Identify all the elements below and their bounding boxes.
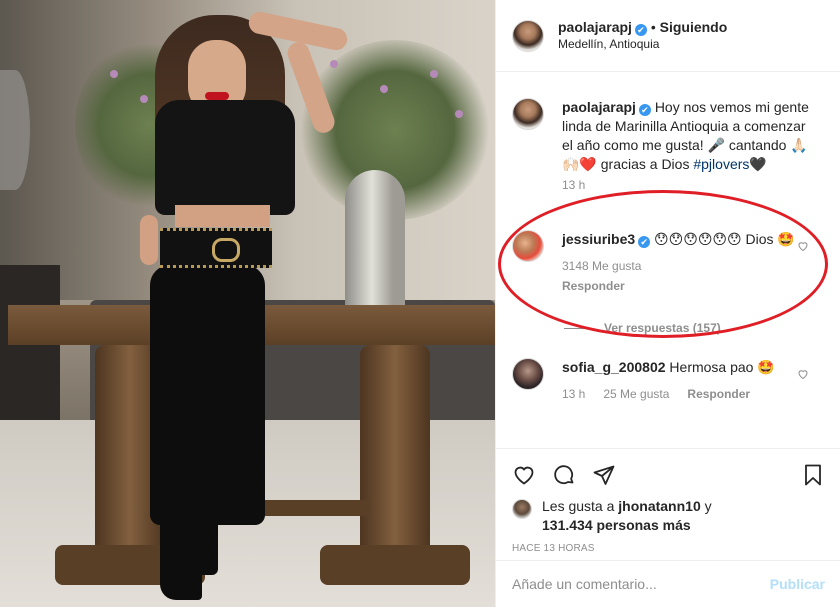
photo-flower — [455, 110, 463, 118]
caption-body: paolajarapj ✔ Hoy nos vemos mi gente lind… — [562, 98, 812, 195]
photo-table-leg — [360, 345, 430, 565]
comment-likes[interactable]: 3148 Me gusta — [562, 257, 641, 276]
view-replies-line — [564, 327, 588, 329]
caption-emoji: 🖤 — [749, 156, 767, 172]
likes-text: Les gusta a jhonatann10 y 131.434 person… — [542, 497, 712, 535]
following-button[interactable]: Siguiendo — [660, 19, 728, 35]
likes-others[interactable]: 131.434 personas más — [542, 517, 691, 533]
likes-middle: y — [700, 498, 712, 514]
post-timestamp[interactable]: HACE 13 HORAS — [512, 543, 825, 554]
caption-username[interactable]: paolajarapj — [562, 99, 636, 115]
comment-input[interactable] — [512, 576, 770, 592]
comments-list[interactable]: paolajarapj ✔ Hoy nos vemos mi gente lind… — [496, 72, 840, 442]
verified-badge-icon: ✔ — [634, 23, 647, 36]
caption-avatar[interactable] — [512, 98, 544, 130]
post-actions: Les gusta a jhonatann10 y 131.434 person… — [496, 448, 840, 554]
photo-table-foot — [320, 545, 470, 585]
comment-username[interactable]: jessiuribe3 — [562, 231, 635, 247]
post-location[interactable]: Medellín, Antioquia — [558, 36, 727, 53]
commenter-avatar[interactable] — [512, 358, 544, 390]
photo-flower — [140, 95, 148, 103]
photo-person-hand — [140, 215, 158, 265]
heart-icon[interactable] — [512, 463, 536, 487]
photo-cabinet — [0, 265, 60, 445]
separator-dot: • — [650, 18, 656, 35]
photo-vase — [345, 170, 405, 320]
reply-button[interactable]: Responder — [562, 277, 625, 296]
action-icons — [512, 457, 825, 493]
author-meta: paolajarapj ✔ • Siguiendo Medellín, Antio… — [558, 19, 727, 53]
bookmark-icon[interactable] — [801, 463, 825, 487]
comment-text: Hermosa pao 🤩 — [669, 359, 775, 375]
liker-username[interactable]: jhonatann10 — [618, 498, 700, 514]
photo-flower — [430, 70, 438, 78]
likes-prefix: Les gusta a — [542, 498, 619, 514]
comment-meta-reply: Responder — [562, 277, 812, 296]
comment-meta: 13 h 25 Me gusta Responder — [562, 385, 812, 404]
comment-username[interactable]: sofia_g_200802 — [562, 359, 666, 375]
commenter-avatar[interactable] — [512, 230, 544, 262]
verified-badge-icon: ✔ — [638, 236, 651, 248]
comment-body: jessiuribe3 ✔ 😯😯😯😯😯😯 Dios 🤩 3148 Me gusta… — [562, 230, 812, 296]
comment-text: 😯😯😯😯😯😯 Dios 🤩 — [654, 231, 795, 247]
photo-person-lips — [205, 92, 229, 100]
photo-person-top — [155, 100, 295, 215]
photo-person-boot — [190, 505, 218, 575]
photo-flower — [330, 60, 338, 68]
instagram-post-modal: paolajarapj ✔ • Siguiendo Medellín, Antio… — [0, 0, 840, 607]
post-photo[interactable] — [0, 0, 495, 607]
post-header: paolajarapj ✔ • Siguiendo Medellín, Antio… — [496, 0, 840, 72]
comment-likes[interactable]: 25 Me gusta — [603, 385, 669, 404]
view-replies-button[interactable]: Ver respuestas (157) — [564, 321, 721, 335]
view-replies-label[interactable]: Ver respuestas (157) — [604, 321, 721, 335]
comment-meta: 3148 Me gusta — [562, 257, 812, 276]
caption-time[interactable]: 13 h — [562, 176, 585, 195]
verified-badge-icon: ✔ — [638, 104, 651, 116]
likes-summary: Les gusta a jhonatann10 y 131.434 person… — [512, 497, 825, 535]
comment-like-heart-icon[interactable] — [797, 240, 809, 252]
comment-body: sofia_g_200802 Hermosa pao 🤩 13 h 25 Me … — [562, 358, 812, 404]
photo-person-legs — [150, 265, 265, 525]
reply-button[interactable]: Responder — [687, 385, 750, 404]
comment-icon[interactable] — [552, 463, 576, 487]
author-avatar[interactable] — [512, 19, 544, 52]
photo-person-buckle — [212, 238, 240, 262]
photo-person-midriff — [175, 205, 270, 227]
comment-item: sofia_g_200802 Hermosa pao 🤩 13 h 25 Me … — [496, 358, 840, 404]
share-icon[interactable] — [592, 463, 616, 487]
comment-item: jessiuribe3 ✔ 😯😯😯😯😯😯 Dios 🤩 3148 Me gusta… — [496, 230, 840, 296]
photo-lamp — [0, 70, 30, 190]
caption-hashtag[interactable]: #pjlovers — [693, 156, 749, 172]
comment-like-heart-icon[interactable] — [797, 368, 809, 380]
author-username[interactable]: paolajarapj — [558, 19, 632, 35]
add-comment-bar: Publicar — [496, 560, 840, 607]
post-side-panel: paolajarapj ✔ • Siguiendo Medellín, Antio… — [495, 0, 840, 607]
publish-button[interactable]: Publicar — [770, 576, 825, 592]
comment-time[interactable]: 13 h — [562, 385, 585, 404]
photo-flower — [380, 85, 388, 93]
caption-item: paolajarapj ✔ Hoy nos vemos mi gente lind… — [496, 98, 840, 195]
photo-flower — [110, 70, 118, 78]
caption-meta: 13 h — [562, 176, 812, 195]
liker-avatar[interactable] — [512, 499, 532, 519]
